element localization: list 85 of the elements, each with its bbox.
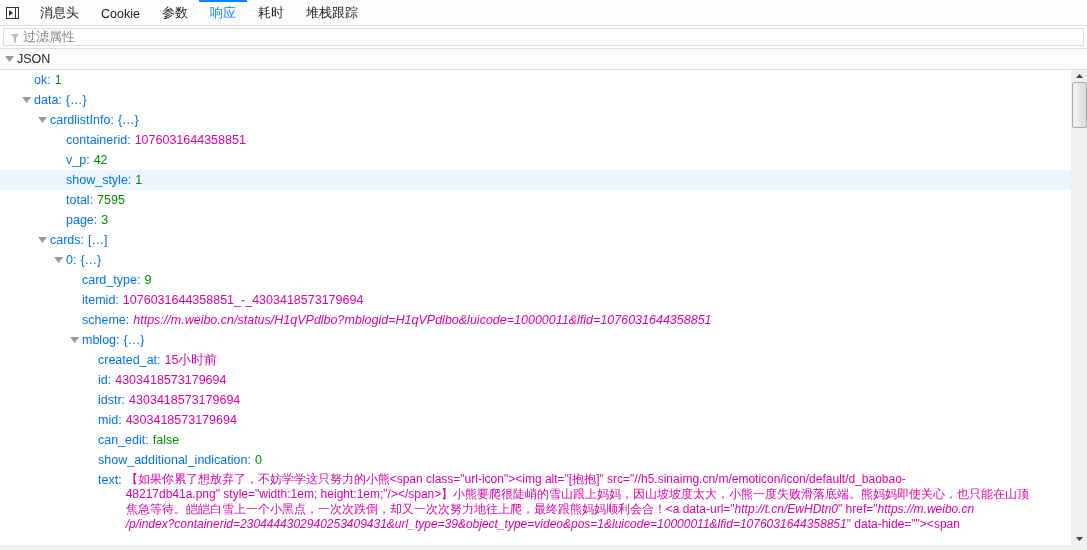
- property-value: {…}: [117, 112, 139, 129]
- tree-row[interactable]: data: {…}: [0, 90, 1071, 110]
- property-key: text:: [98, 470, 122, 490]
- tab[interactable]: 消息头: [29, 0, 90, 25]
- property-key: data:: [34, 90, 62, 110]
- property-value: 9: [144, 272, 152, 289]
- property-key: scheme:: [82, 310, 130, 330]
- property-value: false: [152, 432, 180, 449]
- property-key: ok:: [34, 70, 51, 90]
- expand-icon[interactable]: [54, 257, 63, 263]
- tree-row[interactable]: page: 3: [0, 210, 1071, 230]
- expand-icon: [5, 56, 14, 62]
- vertical-scrollbar[interactable]: [1071, 70, 1087, 545]
- property-value-line: 48217db41a.png" style="width:1em; height:1em;"/></span>】小熊要爬很陡峭的雪山跟上妈妈，因山坡坡度太大，小熊一度失败滑落底端。熊妈妈即使关心，也只能在山顶: [125, 487, 1030, 502]
- tree-row[interactable]: cardlistInfo: {…}: [0, 110, 1071, 130]
- property-key: cards:: [50, 230, 85, 250]
- property-key: id:: [98, 370, 112, 390]
- tab[interactable]: Cookie: [90, 0, 151, 25]
- section-label: JSON: [17, 52, 51, 66]
- property-key: idstr:: [98, 390, 126, 410]
- property-key: v_p:: [66, 150, 90, 170]
- tree-row[interactable]: show_additional_indication: 0: [0, 450, 1071, 470]
- scroll-down-icon[interactable]: [1075, 537, 1083, 541]
- tree-row[interactable]: v_p: 42: [0, 150, 1071, 170]
- tree-row[interactable]: ok: 1: [0, 70, 1071, 90]
- property-value: 1: [54, 72, 62, 89]
- property-key: cardlistInfo:: [50, 110, 114, 130]
- property-key: page:: [66, 210, 98, 230]
- property-value-line: 【如果你累了想放弃了，不妨学学这只努力的小熊<span class="url-icon"><img alt="[抱抱]" src="//h5.sinaimg.cn/m/emoticon/icon/default/d_baobao-: [125, 472, 907, 487]
- expand-icon[interactable]: [38, 237, 47, 243]
- tree-row[interactable]: id: 4303418573179694: [0, 370, 1071, 390]
- tab[interactable]: 耗时: [246, 0, 295, 25]
- property-value: {…}: [80, 252, 102, 269]
- tree-row[interactable]: mid: 4303418573179694: [0, 410, 1071, 430]
- property-value: 4303418573179694: [129, 392, 241, 409]
- property-value: 4303418573179694: [125, 412, 237, 429]
- property-value: {…}: [65, 92, 87, 109]
- property-value: 0: [254, 452, 262, 469]
- tree-row[interactable]: cards: […]: [0, 230, 1071, 250]
- property-value-line: /p/index?containerid=2304444302940253409431&url_type=39&object_type=video&pos=1&luicode=10000011&lfid=1076031644358851" data-hide=""><span: [125, 517, 961, 532]
- tree-row[interactable]: total: 7595: [0, 190, 1071, 210]
- property-value: 3: [101, 212, 109, 229]
- property-key: containerid:: [66, 130, 131, 150]
- property-value: 7595: [97, 192, 125, 209]
- tree-row[interactable]: 0: {…}: [0, 250, 1071, 270]
- filter-icon: [11, 34, 19, 43]
- panel-toggle-icon[interactable]: [6, 6, 19, 19]
- property-key: total:: [66, 190, 94, 210]
- expand-icon[interactable]: [22, 97, 31, 103]
- property-value: {…}: [123, 332, 145, 349]
- property-value: 4303418573179694: [115, 372, 227, 389]
- tab[interactable]: 参数: [150, 0, 199, 25]
- property-key: can_edit:: [98, 430, 149, 450]
- tree-row[interactable]: card_type: 9: [0, 270, 1071, 290]
- property-key: show_additional_indication:: [98, 450, 251, 470]
- property-value: 1076031644358851_-_4303418573179694: [122, 292, 364, 309]
- property-value: 15小时前: [164, 352, 218, 369]
- property-value: 1: [135, 172, 143, 189]
- property-key: card_type:: [82, 270, 141, 290]
- property-value-line: 焦急等待。皑皑白雪上一个小黑点，一次次跌倒，却又一次次努力地往上爬，最终跟熊妈妈顺利会合！<a data-url="http://t.cn/EwHDtn0" href="https://m.weibo.cn: [125, 502, 976, 517]
- tab[interactable]: 响应: [198, 0, 247, 25]
- property-key: mid:: [98, 410, 122, 430]
- tree-row[interactable]: created_at: 15小时前: [0, 350, 1071, 370]
- tree-row[interactable]: show_style: 1: [0, 170, 1071, 190]
- tree-row[interactable]: can_edit: false: [0, 430, 1071, 450]
- property-value: 1076031644358851: [134, 132, 246, 149]
- scroll-up-icon[interactable]: [1075, 74, 1083, 78]
- property-value: https://m.weibo.cn/status/H1qVPdlbo?mblogid=H1qVPdlbo&luicode=10000011&lfid=1076031644358851: [133, 312, 712, 329]
- scroll-thumb[interactable]: [1071, 82, 1087, 128]
- property-key: mblog:: [82, 330, 120, 350]
- tree-row[interactable]: itemid: 1076031644358851_-_4303418573179694: [0, 290, 1071, 310]
- expand-icon[interactable]: [38, 117, 47, 123]
- filter-field[interactable]: 过滤属性: [3, 28, 1084, 46]
- tree-row[interactable]: mblog: {…}: [0, 330, 1071, 350]
- property-key: 0:: [66, 250, 77, 270]
- property-value: […]: [88, 232, 108, 249]
- property-key: itemid:: [82, 290, 119, 310]
- expand-icon[interactable]: [70, 337, 79, 343]
- tree-row[interactable]: containerid: 1076031644358851: [0, 130, 1071, 150]
- property-key: created_at:: [98, 350, 161, 370]
- tree-row[interactable]: idstr: 4303418573179694: [0, 390, 1071, 410]
- tab[interactable]: 堆栈跟踪: [294, 0, 369, 25]
- tree-row[interactable]: scheme: https://m.weibo.cn/status/H1qVPdlbo?mblogid=H1qVPdlbo&luicode=10000011&lfid=1076031644358851: [0, 310, 1071, 330]
- property-value: 42: [93, 152, 108, 169]
- property-key: show_style:: [66, 170, 132, 190]
